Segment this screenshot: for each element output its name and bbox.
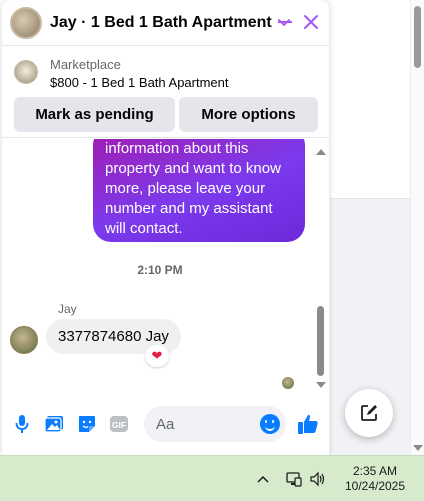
listing-thumbnail[interactable] [14, 60, 38, 84]
network-icon[interactable] [285, 470, 303, 488]
close-icon[interactable] [303, 10, 319, 35]
chat-title[interactable]: Jay · 1 Bed 1 Bath Apartment [50, 14, 272, 32]
page-scrollbar-thumb[interactable] [414, 6, 421, 68]
message-input[interactable] [156, 406, 256, 442]
page-scrollbar[interactable] [410, 0, 424, 455]
thumbs-up-icon[interactable] [296, 412, 320, 436]
sticker-icon[interactable] [77, 414, 97, 434]
photo-icon[interactable] [44, 414, 64, 434]
clock-time: 2:35 AM [352, 464, 398, 478]
heart-reaction-icon[interactable]: ❤ [145, 345, 169, 367]
taskbar-clock[interactable]: 2:35 AM 10/24/2025 [330, 464, 420, 494]
microphone-icon[interactable] [12, 414, 32, 434]
chevron-up-icon[interactable] [257, 470, 269, 486]
compose-icon [361, 405, 377, 421]
contact-avatar[interactable] [10, 6, 42, 39]
minimize-icon[interactable] [278, 21, 292, 23]
emoji-icon[interactable] [260, 414, 280, 434]
new-message-button[interactable] [345, 389, 393, 437]
chat-scrollbar-thumb[interactable] [317, 306, 324, 376]
gif-icon[interactable]: GIF [109, 414, 129, 434]
listing-title[interactable]: $800 - 1 Bed 1 Bath Apartment [50, 75, 229, 90]
clock-date: 10/24/2025 [344, 479, 406, 493]
taskbar: 2:35 AM 10/24/2025 [0, 455, 424, 501]
mark-as-pending-button[interactable]: Mark as pending [14, 97, 175, 132]
svg-text:GIF: GIF [112, 420, 126, 430]
chat-scroll-down-arrow[interactable] [316, 382, 326, 388]
sender-name: Jay [58, 302, 77, 316]
page-scroll-down-arrow[interactable] [413, 445, 423, 451]
message-composer: GIF [2, 400, 329, 448]
more-options-button[interactable]: More options [179, 97, 318, 132]
marketplace-label: Marketplace [50, 57, 121, 72]
time-separator: 2:10 PM [137, 263, 183, 277]
chat-header[interactable]: Jay · 1 Bed 1 Bath Apartment [2, 0, 329, 46]
chat-window: Jay · 1 Bed 1 Bath Apartment Marketplace… [2, 0, 329, 455]
sender-avatar[interactable] [10, 326, 38, 354]
seen-indicator-avatar [282, 377, 294, 389]
message-list: information about this property and want… [2, 139, 329, 396]
marketplace-listing-card: Marketplace $800 - 1 Bed 1 Bath Apartmen… [2, 48, 329, 138]
chat-scrollbar[interactable] [315, 146, 327, 392]
volume-icon[interactable] [309, 470, 327, 488]
outgoing-message-bubble[interactable]: information about this property and want… [93, 139, 305, 242]
chat-scroll-up-arrow[interactable] [316, 149, 326, 155]
message-input-box[interactable] [144, 406, 286, 442]
